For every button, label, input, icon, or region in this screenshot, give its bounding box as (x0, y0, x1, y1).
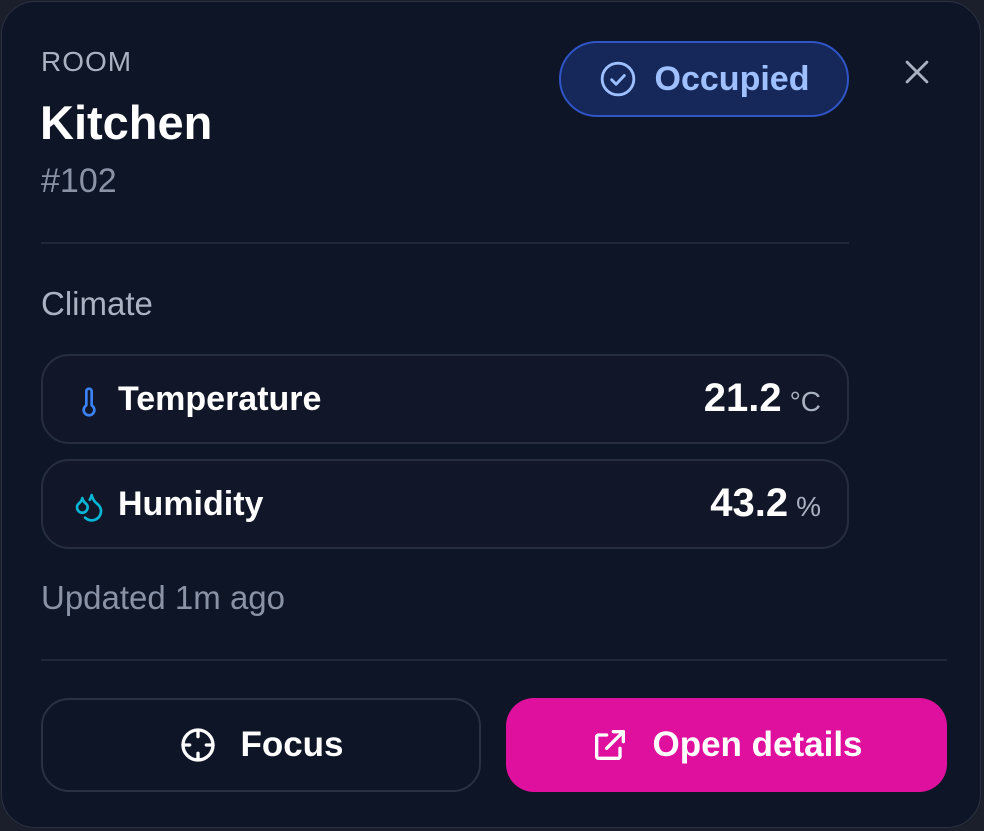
metric-temperature: Temperature 21.2 °C (41, 354, 849, 444)
focus-button[interactable]: Focus (41, 698, 481, 792)
status-badge: Occupied (559, 41, 849, 117)
updated-timestamp: Updated 1m ago (41, 579, 286, 616)
external-link-icon (595, 730, 626, 760)
metric-value-group: 21.2 °C (704, 376, 821, 421)
crosshair-icon (181, 728, 216, 762)
footer-divider (41, 659, 947, 661)
section-title-climate: Climate (41, 285, 153, 322)
check-circle-icon (600, 61, 635, 97)
droplets-icon (75, 493, 103, 522)
open-details-label: Open details (652, 725, 863, 764)
header-divider (41, 242, 849, 244)
metric-value-group: 43.2 % (710, 481, 821, 526)
open-details-button[interactable]: Open details (506, 698, 947, 792)
metric-humidity: Humidity 43.2 % (41, 459, 849, 549)
metric-unit: °C (789, 386, 821, 417)
room-card: ROOM Kitchen #102 Occupied Climate Tempe… (1, 1, 981, 828)
thermometer-icon (82, 387, 96, 417)
room-number: #102 (41, 162, 117, 200)
metric-unit: % (796, 491, 821, 522)
metric-value: 43.2 (710, 481, 789, 525)
page-title: Kitchen (40, 96, 213, 149)
close-icon (905, 60, 929, 84)
status-badge-label: Occupied (654, 59, 810, 98)
metric-label: Temperature (118, 380, 322, 418)
metric-label: Humidity (118, 485, 264, 523)
metric-value: 21.2 (703, 376, 782, 420)
focus-button-label: Focus (240, 725, 344, 764)
eyebrow-label: ROOM (41, 46, 133, 77)
close-button[interactable] (894, 49, 940, 95)
